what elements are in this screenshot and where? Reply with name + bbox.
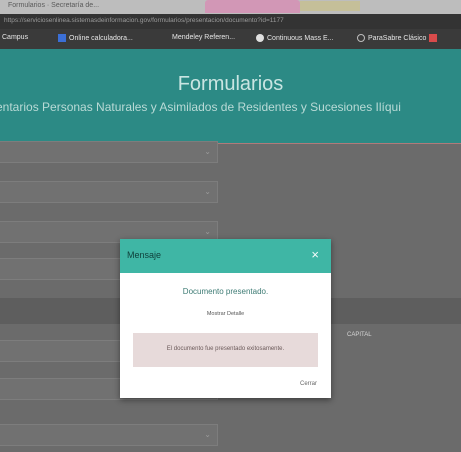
globe-icon (357, 34, 365, 42)
browser-tab-yellow[interactable] (300, 1, 360, 11)
bookmark-calculadora[interactable]: Online calculadora... (58, 34, 133, 42)
bookmark-label-continuous: Continuous Mass E... (267, 34, 334, 42)
bookmark-icon (429, 34, 438, 42)
browser-tab-pink[interactable] (205, 0, 300, 13)
form-select-2[interactable]: ⌄ (0, 181, 218, 203)
form-select-7[interactable]: ⌄ (0, 424, 218, 446)
chevron-down-icon: ⌄ (204, 227, 211, 236)
bookmark-label-parasabre: ParaSabre Clásico (368, 34, 427, 42)
address-bar[interactable]: https://serviciosenlinea.sistemasdeinfor… (0, 14, 461, 29)
close-button[interactable]: Cerrar (300, 381, 317, 387)
bookmark-parasabre[interactable]: ParaSabre Clásico (357, 34, 438, 42)
browser-tab-strip: Formularios · Secretaría de... (0, 0, 461, 14)
bookmark-campus[interactable]: Campus (2, 34, 28, 41)
alert-text: El documento fue presentado exitosamente… (166, 346, 285, 352)
dialog-title: Mensaje (127, 250, 162, 260)
chevron-down-icon: ⌄ (204, 430, 211, 439)
bookmark-label-campus: Campus (2, 34, 29, 41)
page-title: Formularios (177, 73, 284, 95)
browser-tab-title[interactable]: Formularios · Secretaría de... (8, 2, 99, 9)
bookmark-label-calculadora: Online calculadora... (69, 34, 133, 42)
calculator-icon (58, 34, 66, 42)
capital-label: CAPITAL (347, 332, 372, 338)
chevron-down-icon: ⌄ (204, 147, 211, 156)
dialog-message: Documento presentado. (182, 287, 269, 296)
url-text[interactable]: https://serviciosenlinea.sistemasdeinfor… (4, 17, 284, 24)
dialog-header: Mensaje × (120, 239, 331, 273)
page-header: Formularios entarios Personas Naturales … (0, 49, 461, 143)
bookmark-continuous[interactable]: Continuous Mass E... (256, 34, 334, 42)
page-subtitle: entarios Personas Naturales y Asimilados… (0, 100, 401, 114)
bookmark-label-mendeley: Mendeley Referen... (172, 34, 236, 41)
show-detail-link[interactable]: Mostrar Detalle (120, 311, 331, 317)
chevron-down-icon: ⌄ (204, 187, 211, 196)
dialog-body: Documento presentado. Mostrar Detalle El… (120, 273, 331, 398)
globe-icon (256, 34, 264, 42)
bookmarks-bar: Campus Online calculadora... Mendeley Re… (0, 29, 461, 49)
form-select-1[interactable]: ⌄ (0, 141, 218, 163)
bookmark-mendeley[interactable]: Mendeley Referen... (172, 34, 235, 41)
success-alert: El documento fue presentado exitosamente… (133, 333, 318, 367)
message-dialog: Mensaje × Documento presentado. Mostrar … (120, 239, 331, 398)
close-icon[interactable]: × (311, 247, 319, 262)
